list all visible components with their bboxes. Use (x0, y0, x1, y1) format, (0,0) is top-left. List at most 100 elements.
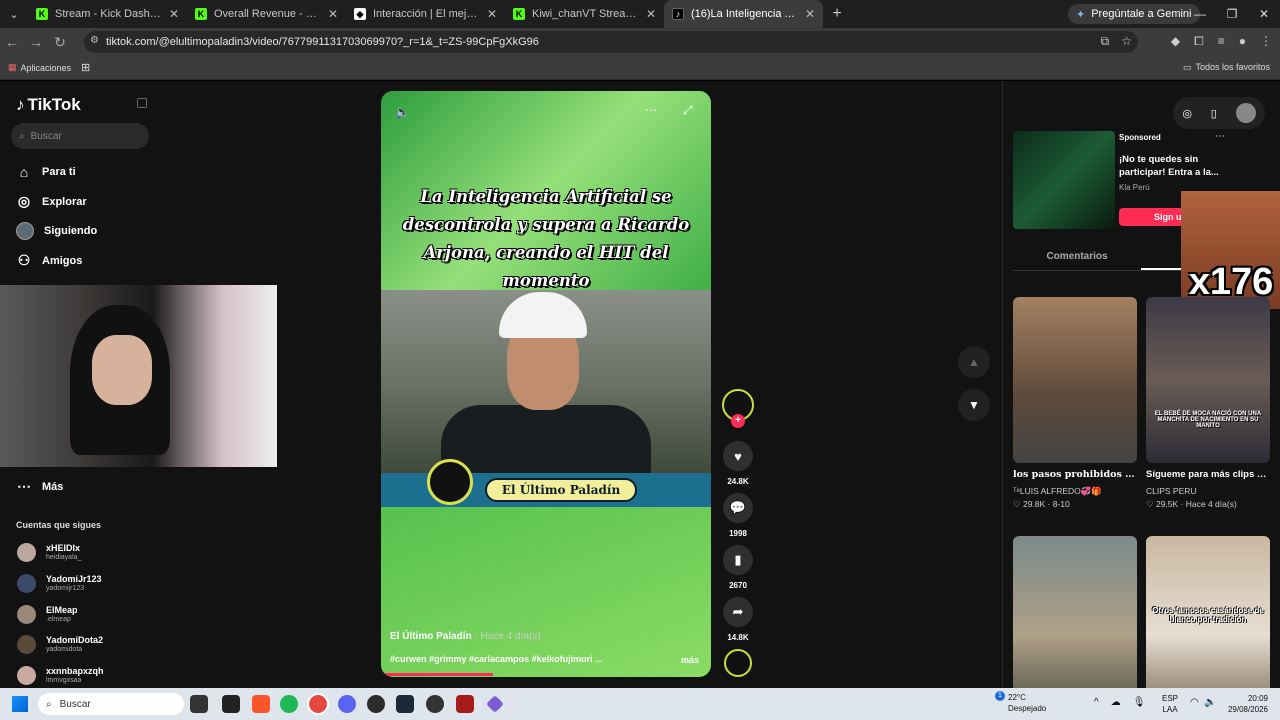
tab-interaccion[interactable]: ◆ Interacción | El mejor software para ✕ (346, 0, 505, 28)
microphone-icon[interactable]: 🎙 (1133, 697, 1146, 708)
video-player[interactable]: La Inteligencia Artificial se descontrol… (381, 91, 711, 677)
collapse-sidebar-icon[interactable] (137, 98, 147, 108)
back-icon[interactable]: ← (0, 34, 24, 50)
toolbar: ← → ↻ ⚙ tiktok.com/@elultimopaladin3/vid… (0, 28, 1280, 56)
file-explorer-icon[interactable] (190, 695, 208, 713)
tab-kick-dashboard[interactable]: K Stream - Kick Dashboard ✕ (28, 0, 187, 28)
spotify-icon[interactable] (280, 695, 298, 713)
more-options-icon[interactable]: ⋯ (645, 103, 657, 117)
ad-thumbnail[interactable] (1013, 131, 1115, 229)
site-info-icon[interactable]: ⚙ (90, 35, 99, 46)
chevron-up-icon[interactable]: ^ (1094, 697, 1099, 708)
compass-icon: ◎ (17, 193, 31, 209)
ad-more-icon[interactable]: ⋯ (1215, 131, 1225, 142)
app-icon[interactable] (486, 695, 504, 713)
tiktok-logo-icon: ♪ (16, 95, 25, 114)
video-card[interactable]: Otros famosos casándose de blanco por tr… (1146, 536, 1270, 688)
clock[interactable]: 20:09 29/08/2026 (1222, 693, 1268, 715)
tab-groups-icon[interactable]: ⊞ (81, 61, 90, 74)
install-icon[interactable]: ⧉ (1101, 34, 1110, 49)
new-tab-button[interactable]: + (823, 5, 851, 23)
close-icon[interactable]: ✕ (805, 7, 815, 21)
profile-avatar[interactable] (1235, 103, 1256, 123)
address-bar[interactable]: ⚙ tiktok.com/@elultimopaladin3/video/767… (84, 31, 1138, 53)
media-icon[interactable]: ≡ (1218, 34, 1225, 49)
network-icon[interactable]: ◠ (1190, 697, 1199, 708)
comment-icon: 💬 (723, 493, 753, 523)
sidebar-item-amigos[interactable]: ⚇ Amigos (16, 252, 83, 269)
followed-account[interactable]: xHEIDIx heidiayala_ (17, 543, 81, 562)
time: 20:09 (1247, 694, 1268, 703)
brave-icon[interactable] (252, 695, 270, 713)
reload-icon[interactable]: ↻ (48, 34, 72, 51)
more-link[interactable]: más (681, 655, 699, 665)
extension-icon[interactable]: ◆ (1171, 34, 1180, 49)
sidebar-item-explorar[interactable]: ◎ Explorar (16, 193, 87, 210)
tab-tiktok[interactable]: ♪ (16)La Inteligencia Artificial super ✕ (664, 0, 823, 28)
previous-video-button[interactable]: ▲ (958, 346, 990, 378)
extensions-puzzle-icon[interactable]: ⧠ (1194, 34, 1204, 49)
sound-avatar[interactable] (724, 649, 752, 677)
tab-search-icon[interactable]: ⌄ (0, 0, 28, 28)
forward-icon[interactable]: → (24, 34, 48, 50)
app-icon[interactable] (426, 695, 444, 713)
tab-comentarios[interactable]: Comentarios (1013, 247, 1141, 270)
video-author[interactable]: El Último Paladín (390, 631, 472, 642)
close-window-icon[interactable]: ✕ (1248, 0, 1280, 28)
save-button[interactable]: ▮ 2670 (722, 545, 754, 590)
video-card[interactable] (1013, 536, 1137, 688)
gemini-button[interactable]: ✦ Pregúntale a Gemini (1068, 4, 1200, 24)
fullscreen-icon[interactable]: ⤢ (683, 103, 693, 118)
compass-icon[interactable]: ◎ (1182, 107, 1192, 120)
followed-account[interactable]: ElMeap .elmeap (17, 605, 78, 624)
weather-widget[interactable]: 22°C Despejado (1008, 692, 1046, 714)
card-title[interactable]: los pasos prohibidos de Eli #MusicOnStag… (1013, 468, 1137, 482)
steam-icon[interactable] (396, 695, 414, 713)
tiktok-logo[interactable]: ♪ TikTok (16, 95, 81, 115)
sidebar-item-mas[interactable]: ⋯ Más (16, 478, 63, 495)
close-icon[interactable]: ✕ (646, 7, 656, 21)
all-bookmarks[interactable]: ▭ Todos los favoritos (1183, 62, 1270, 73)
sidebar-item-para-ti[interactable]: ⌂ Para ti (16, 164, 76, 180)
card-title[interactable]: Sígueme para más clips #haibi #moca #jus… (1146, 468, 1270, 482)
minimize-icon[interactable]: — (1184, 0, 1216, 28)
search-input[interactable]: ⌕ Buscar (11, 123, 149, 149)
close-icon[interactable]: ✕ (328, 7, 338, 21)
volume-icon[interactable]: 🔈 (395, 105, 410, 119)
dota-icon[interactable] (456, 695, 474, 713)
followed-account[interactable]: YadomiDota2 yadomidota (17, 635, 103, 654)
video-card[interactable] (1013, 297, 1137, 463)
followed-account[interactable]: YadomiJr123 yadomijr123 (17, 574, 102, 593)
video-progress[interactable] (381, 673, 494, 676)
account-handle: lmmvgxsaa (46, 677, 82, 684)
like-button[interactable]: ♥ 24.8K (722, 441, 754, 486)
discord-icon[interactable] (338, 695, 356, 713)
apps-bookmark[interactable]: ▦ Aplicaciones (8, 62, 71, 73)
restore-icon[interactable]: ❐ (1216, 0, 1248, 28)
close-icon[interactable]: ✕ (169, 7, 179, 21)
volume-icon[interactable]: 🔈 (1204, 697, 1216, 708)
video-hashtags[interactable]: #curwen #grimmy #carlacampos #keikofujim… (390, 654, 630, 664)
obs-icon[interactable] (367, 695, 385, 713)
taskbar-search[interactable]: ⌕ Buscar (38, 693, 184, 715)
bookmark-star-icon[interactable]: ☆ (1121, 34, 1132, 49)
tab-kiwi-stream[interactable]: K Kiwi_chanVT Stream - Watch Live ✕ (505, 0, 664, 28)
sticky-app-icon[interactable] (222, 695, 240, 713)
phone-icon[interactable]: ▯ (1211, 107, 1217, 120)
share-button[interactable]: ➦ 14.8K (722, 597, 754, 642)
video-card[interactable]: EL BEBÉ DE MOCA NACIÓ CON UNA MANCHITA D… (1146, 297, 1270, 463)
language-indicator[interactable]: ESP LAA (1162, 693, 1178, 715)
sidebar-item-siguiendo[interactable]: Siguiendo (16, 222, 97, 240)
follow-plus-icon[interactable]: + (731, 414, 745, 428)
tab-overall-revenue[interactable]: K Overall Revenue - Kick Dashboard ✕ (187, 0, 346, 28)
menu-icon[interactable]: ⋮ (1260, 34, 1272, 49)
profile-icon[interactable]: ● (1239, 34, 1246, 49)
followed-account[interactable]: xxnnbapxzqh lmmvgxsaa (17, 666, 104, 685)
next-video-button[interactable]: ▼ (958, 389, 990, 421)
close-icon[interactable]: ✕ (487, 7, 497, 21)
chrome-icon[interactable] (307, 693, 329, 715)
ad-title[interactable]: ¡No te quedes sin participar! Entra a la… (1119, 153, 1229, 179)
comment-button[interactable]: 💬 1998 (722, 493, 754, 538)
windows-start-icon[interactable] (12, 696, 28, 712)
cloud-icon[interactable]: ☁ (1111, 697, 1121, 708)
